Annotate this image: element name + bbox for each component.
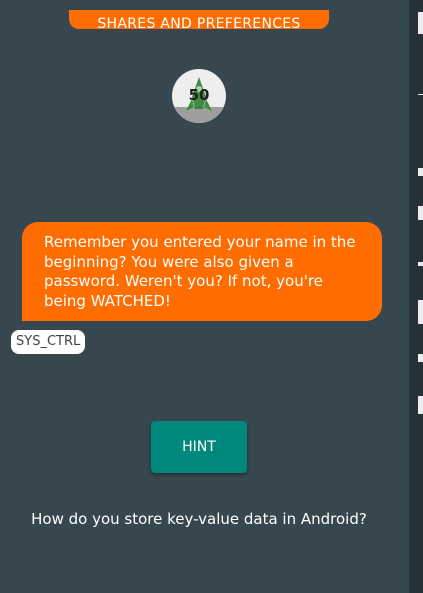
side-glyph	[418, 300, 423, 324]
question-text: How do you store key-value data in Andro…	[31, 510, 367, 528]
sender-tag: SYS_CTRL	[11, 330, 86, 354]
hint-button[interactable]: HINT	[151, 421, 247, 473]
chat-screen: SHARES AND PREFERENCES 50 Remember you e…	[0, 0, 409, 593]
badge-number: 50	[188, 86, 210, 104]
message-bubble: Remember you entered your name in the be…	[22, 222, 382, 321]
level-badge: 50	[172, 69, 226, 123]
header-banner: SHARES AND PREFERENCES	[69, 10, 329, 29]
header-title: SHARES AND PREFERENCES	[97, 16, 301, 29]
side-glyph	[418, 206, 423, 220]
side-panel	[409, 0, 423, 593]
side-glyph	[418, 396, 423, 414]
side-glyph	[418, 262, 423, 266]
side-glyph	[418, 354, 423, 362]
message-text: Remember you entered your name in the be…	[44, 233, 356, 310]
side-divider	[418, 94, 423, 95]
side-glyph	[418, 12, 423, 34]
side-glyph	[418, 168, 423, 176]
